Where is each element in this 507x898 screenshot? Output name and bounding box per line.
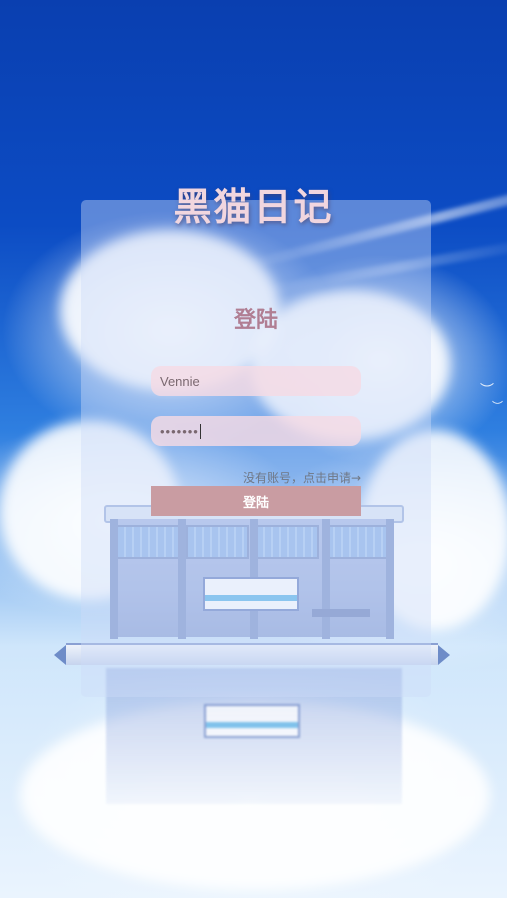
password-mask: ••••••• <box>160 423 199 439</box>
app-title: 黑猫日记 <box>173 185 334 229</box>
seagull-icon: ︶ <box>492 400 503 413</box>
text-cursor <box>199 423 201 439</box>
station-sign-reflection <box>204 704 300 738</box>
login-heading: 登陆 <box>233 308 278 333</box>
login-button[interactable]: 登陆 <box>151 486 361 516</box>
register-link[interactable]: 没有账号，点击申请→ <box>151 469 361 486</box>
login-panel <box>81 200 431 697</box>
seagull-icon: ︶ <box>480 383 494 399</box>
password-input[interactable]: ••••••• <box>151 416 361 446</box>
username-input[interactable] <box>151 366 361 396</box>
